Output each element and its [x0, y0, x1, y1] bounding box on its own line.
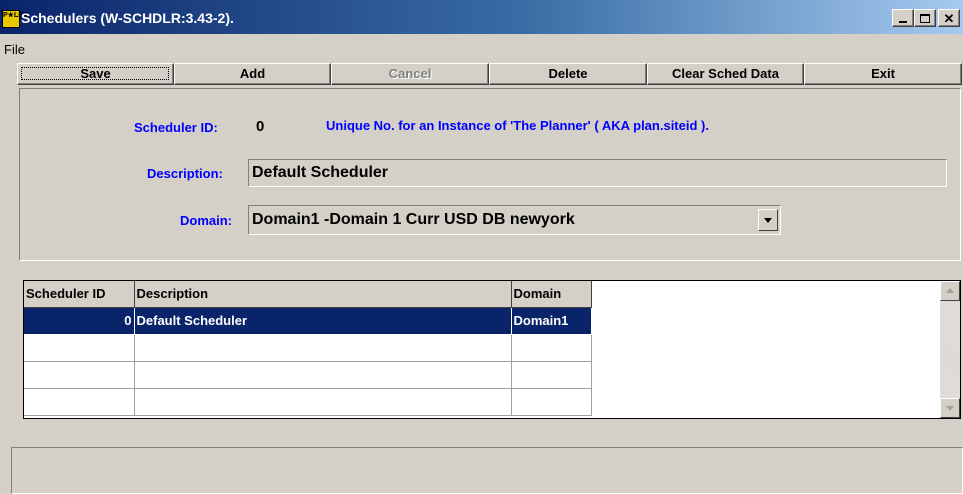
minimize-icon: [899, 21, 907, 23]
delete-button[interactable]: Delete: [489, 63, 647, 85]
title-bar[interactable]: P★LEX Schedulers (W-SCHDLR:3.43-2). ✕: [0, 0, 963, 34]
table-cell[interactable]: Domain1: [511, 307, 592, 335]
minimize-button[interactable]: [892, 9, 914, 27]
scheduler-table: Scheduler ID Description Domain 0 Defaul…: [24, 281, 592, 416]
table-row[interactable]: [24, 334, 592, 362]
cancel-button[interactable]: Cancel: [331, 63, 489, 85]
toolbar: Save Add Cancel Delete Clear Sched Data …: [17, 63, 962, 85]
close-button[interactable]: ✕: [938, 9, 960, 27]
scheduler-id-value: 0: [256, 118, 265, 135]
vertical-scrollbar[interactable]: [940, 281, 960, 418]
description-label: Description:: [147, 166, 223, 181]
table-cell[interactable]: Default Scheduler: [134, 307, 512, 335]
domain-label: Domain:: [180, 213, 232, 228]
exit-button[interactable]: Exit: [804, 63, 962, 85]
menu-bar: File: [0, 41, 963, 61]
column-header-description[interactable]: Description: [134, 281, 512, 308]
menu-file[interactable]: File: [4, 42, 25, 57]
column-header-domain[interactable]: Domain: [511, 281, 592, 308]
window-title: Schedulers (W-SCHDLR:3.43-2).: [21, 10, 234, 26]
window-controls: ✕: [892, 9, 960, 27]
table-cell[interactable]: [24, 334, 135, 362]
table-header-row: Scheduler ID Description Domain: [24, 281, 592, 308]
scroll-down-icon[interactable]: [940, 398, 960, 418]
status-bar: [11, 447, 963, 494]
table-cell[interactable]: [134, 361, 512, 389]
clear-sched-data-button[interactable]: Clear Sched Data: [647, 63, 804, 85]
scheduler-id-label: Scheduler ID:: [134, 120, 218, 135]
table-cell[interactable]: [511, 361, 592, 389]
add-button[interactable]: Add: [174, 63, 331, 85]
table-row[interactable]: [24, 361, 592, 389]
close-icon: ✕: [943, 10, 955, 26]
scroll-up-icon[interactable]: [940, 281, 960, 301]
table-row[interactable]: [24, 388, 592, 416]
column-header-scheduler-id[interactable]: Scheduler ID: [24, 281, 135, 308]
app-icon: P★LEX: [2, 10, 28, 28]
table-cell[interactable]: [511, 388, 592, 416]
scheduler-id-note: Unique No. for an Instance of 'The Plann…: [326, 118, 709, 133]
maximize-icon: [920, 13, 930, 23]
table-cell[interactable]: [24, 361, 135, 389]
table-cell[interactable]: [134, 334, 512, 362]
table-cell[interactable]: [134, 388, 512, 416]
domain-select[interactable]: Domain1 -Domain 1 Curr USD DB newyork: [248, 205, 781, 235]
table-row-selected[interactable]: 0 Default Scheduler Domain1: [24, 307, 592, 335]
table-cell[interactable]: [24, 388, 135, 416]
maximize-button[interactable]: [914, 9, 936, 27]
scheduler-grid[interactable]: Scheduler ID Description Domain 0 Defaul…: [23, 280, 961, 419]
domain-selected-value: Domain1 -Domain 1 Curr USD DB newyork: [252, 211, 575, 228]
chevron-down-icon[interactable]: [758, 209, 778, 231]
table-cell[interactable]: [511, 334, 592, 362]
save-button[interactable]: Save: [17, 63, 174, 85]
table-cell[interactable]: 0: [24, 307, 135, 335]
description-field[interactable]: Default Scheduler: [248, 159, 947, 187]
